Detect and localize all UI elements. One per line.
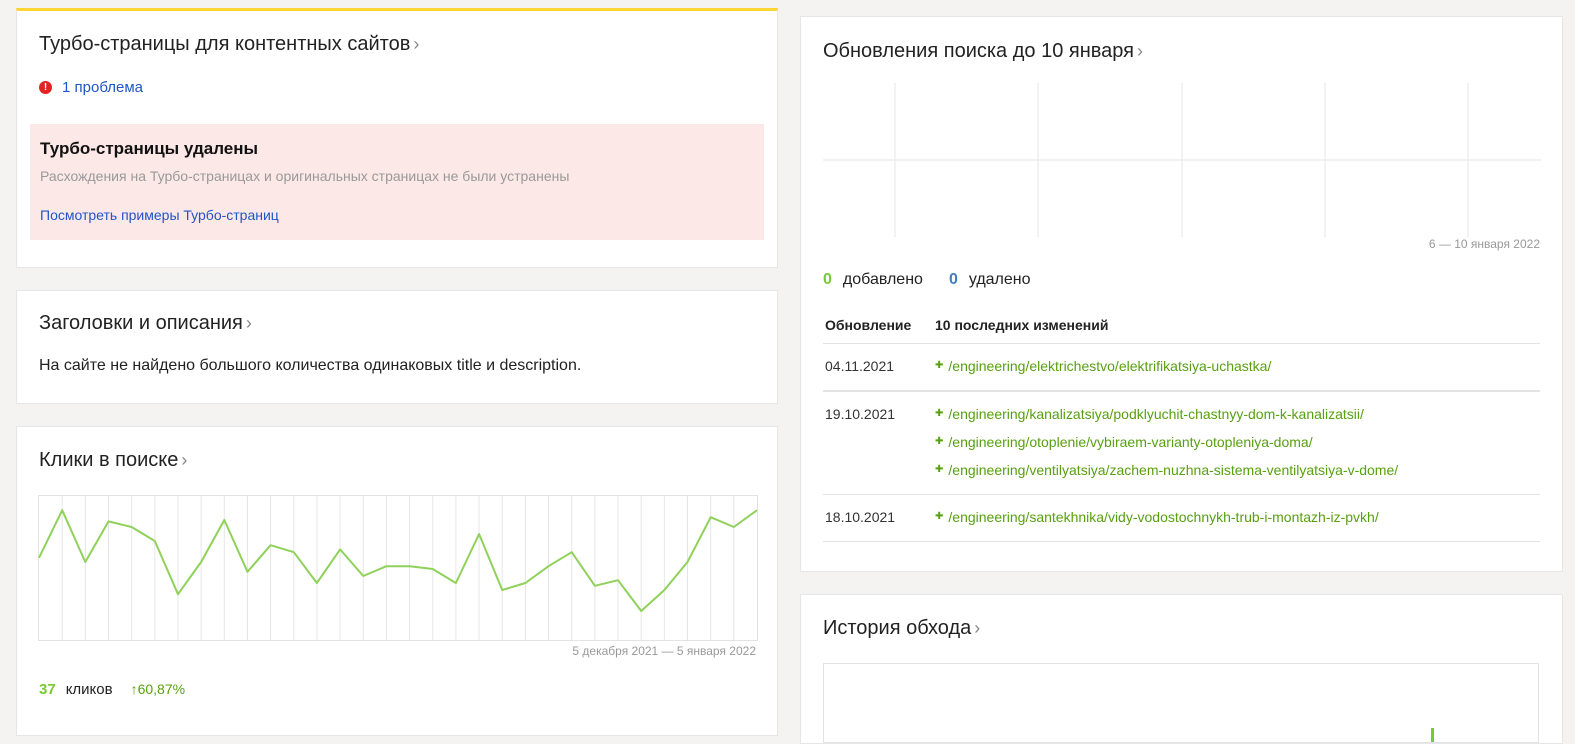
- crawl-history-bar: [1431, 728, 1434, 742]
- problem-link[interactable]: 1 проблема: [62, 79, 143, 96]
- turbo-card: Турбо-страницы для контентных сайтов › ! …: [16, 8, 778, 268]
- chevron-right-icon: ›: [1137, 41, 1144, 61]
- added-label: добавлено: [842, 271, 923, 288]
- turbo-title-link[interactable]: Турбо-страницы для контентных сайтов ›: [39, 33, 419, 56]
- crawl-history-card: История обхода ›: [800, 594, 1563, 744]
- change-item[interactable]: ✚ /engineering/elektrichestvo/elektrifika…: [935, 356, 1271, 376]
- problem-row[interactable]: ! 1 проблема: [39, 79, 143, 96]
- updates-table: Обновление 10 последних изменений 04.11.…: [823, 307, 1540, 542]
- chart-frame: [38, 495, 758, 641]
- chevron-right-icon: ›: [245, 313, 252, 333]
- updates-date-range: 6 — 10 января 2022: [1428, 237, 1540, 251]
- table-row: 19.10.2021 ✚ /engineering/kanalizatsiya/po…: [823, 392, 1540, 495]
- alert-text: Расхождения на Турбо-страницах и оригина…: [40, 168, 570, 184]
- search-updates-title-link[interactable]: Обновления поиска до 10 января ›: [823, 40, 1143, 63]
- search-updates-title: Обновления поиска до 10 января: [823, 40, 1135, 62]
- clicks-change: ↑60,87%: [130, 681, 186, 697]
- clicks-summary: 37 кликов ↑60,87%: [39, 681, 185, 698]
- crawl-history-title: История обхода: [823, 617, 972, 639]
- row-changes: ✚ /engineering/kanalizatsiya/podklyuchit-…: [935, 404, 1398, 480]
- plus-icon: ✚: [935, 360, 944, 371]
- search-updates-card: Обновления поиска до 10 января › 6 — 10 я…: [800, 16, 1563, 572]
- removed-label: удалено: [968, 271, 1031, 288]
- removed-count: 0: [948, 271, 958, 288]
- updates-rows: 04.11.2021 ✚ /engineering/elektrichestvo/e…: [823, 344, 1540, 542]
- clicks-title-link[interactable]: Клики в поиске ›: [39, 449, 187, 472]
- alert-title: Турбо-страницы удалены: [40, 139, 259, 158]
- change-item[interactable]: ✚ /engineering/santekhnika/vidy-vodostoch…: [935, 507, 1379, 527]
- table-row: 04.11.2021 ✚ /engineering/elektrichestvo/e…: [823, 344, 1540, 392]
- chevron-right-icon: ›: [181, 450, 188, 470]
- alert-link[interactable]: Посмотреть примеры Турбо-страниц: [40, 207, 279, 223]
- headings-title-link[interactable]: Заголовки и описания ›: [39, 312, 252, 335]
- clicks-date-range: 5 декабря 2021 — 5 января 2022: [572, 644, 756, 658]
- added-count: 0: [823, 271, 832, 288]
- change-item[interactable]: ✚ /engineering/kanalizatsiya/podklyuchit-…: [935, 404, 1398, 424]
- col-update-header: Обновление: [825, 317, 912, 333]
- row-date: 04.11.2021: [825, 358, 895, 374]
- headings-card: Заголовки и описания › На сайте не найден…: [16, 290, 778, 404]
- table-header: Обновление 10 последних изменений: [823, 307, 1540, 344]
- row-date: 18.10.2021: [825, 509, 896, 525]
- clicks-count: 37: [39, 681, 56, 698]
- updates-chart: [823, 83, 1541, 237]
- exclamation-icon: !: [39, 81, 52, 94]
- clicks-chart: [38, 495, 758, 641]
- turbo-title: Турбо-страницы для контентных сайтов: [39, 33, 411, 55]
- clicks-card: Клики в поиске › 5 декабря 2021 — 5 январ…: [16, 426, 778, 736]
- row-changes: ✚ /engineering/santekhnika/vidy-vodostoch…: [935, 507, 1379, 527]
- change-link[interactable]: /engineering/santekhnika/vidy-vodostochn…: [948, 507, 1378, 527]
- turbo-alert: Турбо-страницы удалены Расхождения на Ту…: [30, 124, 764, 240]
- change-link[interactable]: /engineering/elektrichestvo/elektrifikat…: [948, 356, 1271, 376]
- chevron-right-icon: ›: [413, 34, 420, 54]
- crawl-history-title-link[interactable]: История обхода ›: [823, 617, 980, 640]
- change-item[interactable]: ✚ /engineering/otoplenie/vybiraem-variant…: [935, 432, 1398, 452]
- plus-icon: ✚: [935, 464, 944, 475]
- chevron-right-icon: ›: [974, 618, 981, 638]
- change-item[interactable]: ✚ /engineering/ventilyatsiya/zachem-nuzhn…: [935, 460, 1398, 480]
- updates-summary: 0 добавлено 0 удалено: [823, 271, 1031, 289]
- change-link[interactable]: /engineering/otoplenie/vybiraem-varianty…: [948, 432, 1312, 452]
- change-link[interactable]: /engineering/ventilyatsiya/zachem-nuzhna…: [948, 460, 1398, 480]
- change-link[interactable]: /engineering/kanalizatsiya/podklyuchit-c…: [948, 404, 1364, 424]
- clicks-title: Клики в поиске: [39, 449, 179, 471]
- plus-icon: ✚: [935, 408, 944, 419]
- headings-text: На сайте не найдено большого количества …: [39, 357, 582, 374]
- row-changes: ✚ /engineering/elektrichestvo/elektrifika…: [935, 356, 1271, 376]
- row-date: 19.10.2021: [825, 406, 896, 422]
- table-row: 18.10.2021 ✚ /engineering/santekhnika/vidy…: [823, 495, 1540, 542]
- col-changes-header: 10 последних изменений: [935, 317, 1109, 333]
- plus-icon: ✚: [935, 511, 944, 522]
- clicks-count-label: кликов: [65, 681, 113, 698]
- crawl-history-chart: [823, 663, 1539, 743]
- headings-title: Заголовки и описания: [39, 312, 243, 334]
- plus-icon: ✚: [935, 436, 944, 447]
